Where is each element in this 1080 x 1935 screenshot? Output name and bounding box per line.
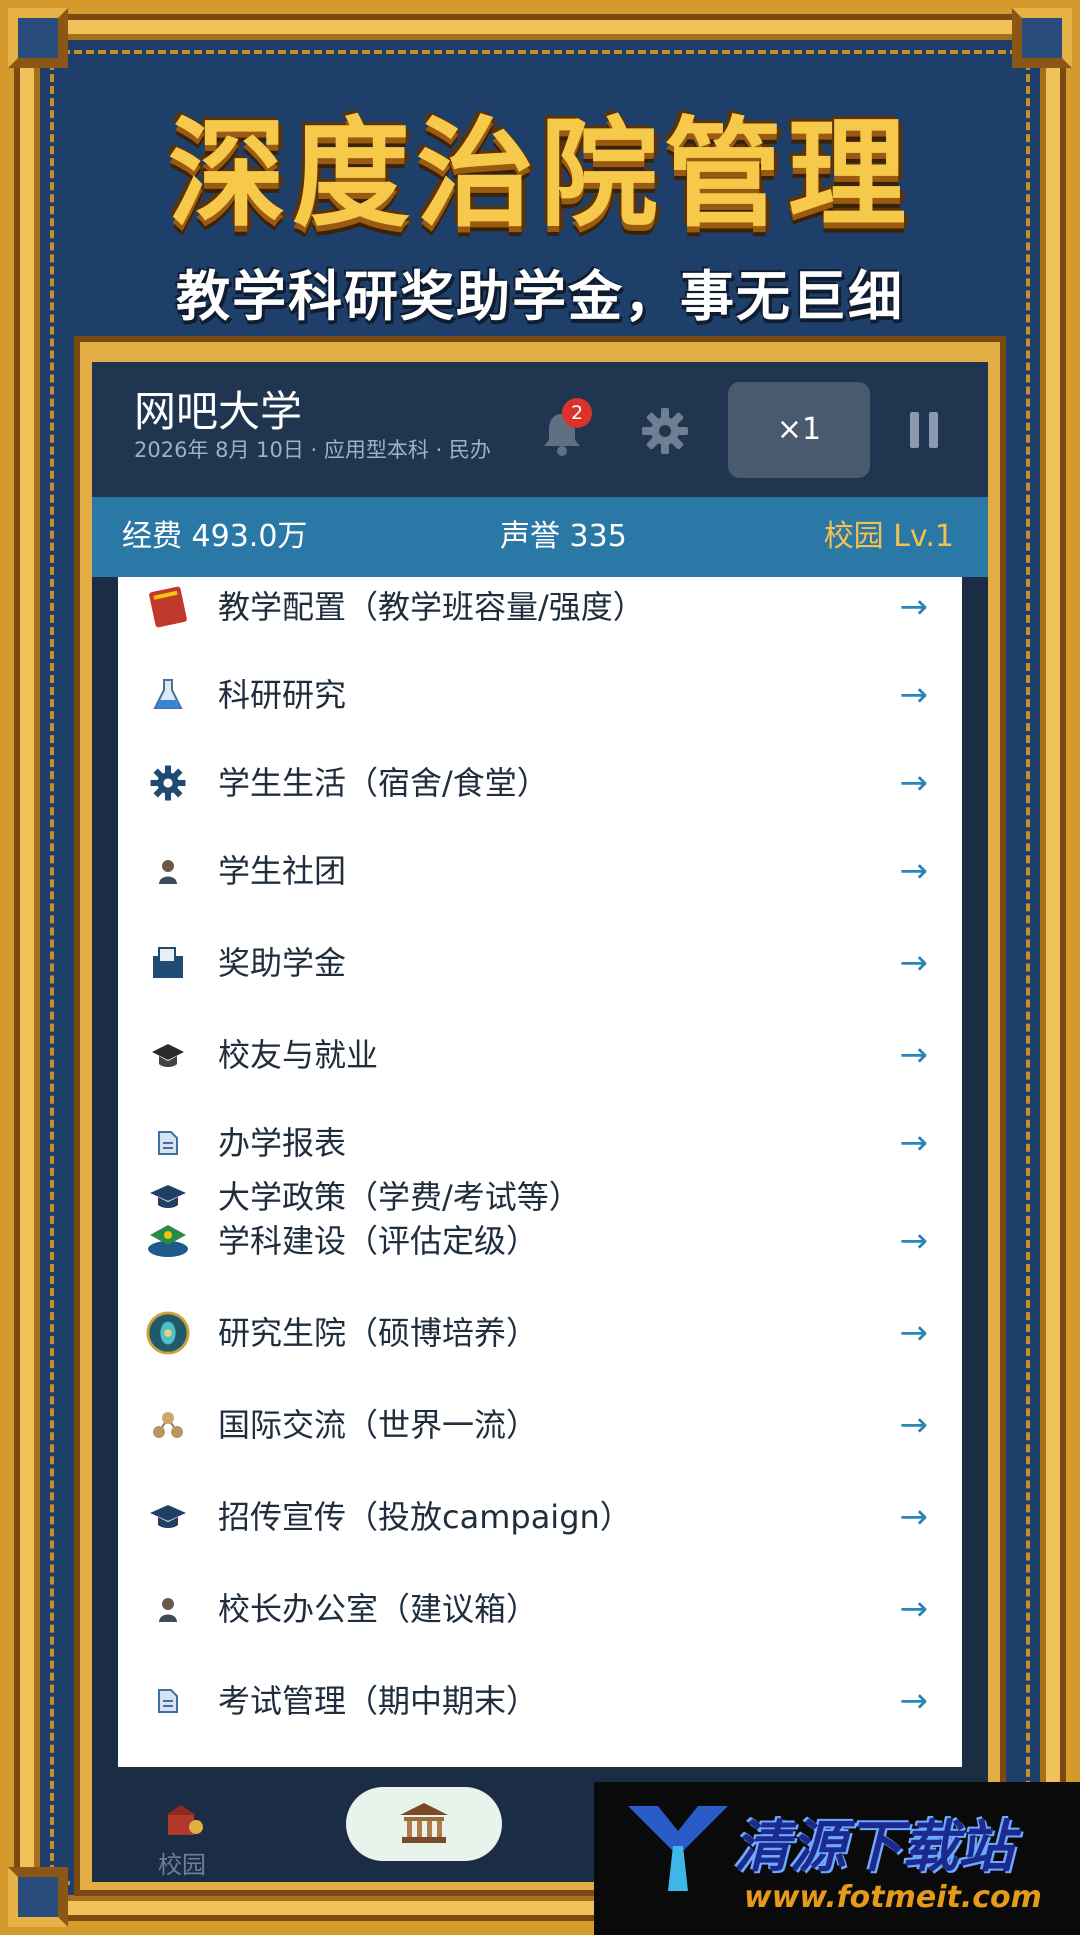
menu-item-label: 办学报表 [218, 1124, 347, 1162]
menu-item-label: 奖助学金 [218, 944, 347, 982]
pause-button[interactable] [910, 412, 940, 448]
pause-icon [910, 412, 919, 448]
book-icon [146, 585, 190, 629]
campus-building-icon [166, 1805, 203, 1835]
menu-item-teaching[interactable]: 教学配置（教学班容量/强度） → [118, 577, 962, 637]
arrow-right-icon: → [899, 851, 929, 891]
arrow-right-icon: → [899, 763, 929, 803]
arrow-right-icon: → [899, 1123, 929, 1163]
menu-item-label: 考试管理（期中期末） [218, 1682, 539, 1720]
person-icon [146, 1587, 190, 1631]
arrow-right-icon: → [899, 943, 929, 983]
arrow-right-icon: → [899, 1221, 929, 1261]
graduation-cap-icon [146, 1033, 190, 1077]
university-name: 网吧大学 [134, 387, 303, 436]
arrow-right-icon: → [899, 1681, 929, 1721]
menu-item-alumni[interactable]: 校友与就业 → [118, 1025, 962, 1085]
globe-gem-icon [146, 1311, 190, 1355]
arrow-right-icon: → [899, 1497, 929, 1537]
funds-stat: 经费 493.0万 [122, 519, 308, 554]
management-menu: 教学配置（教学班容量/强度） → 科研研究 → 学生生活（宿舍/食堂） → 学生… [118, 577, 962, 1767]
cap-badge-icon [146, 1219, 190, 1263]
arrow-right-icon: → [899, 587, 929, 627]
menu-item-scholarships[interactable]: 奖助学金 → [118, 933, 962, 993]
watermark: 清源下载站 www.fotmeit.com [594, 1782, 1080, 1935]
arrow-right-icon: → [899, 1313, 929, 1353]
menu-item-student-life[interactable]: 学生生活（宿舍/食堂） → [118, 753, 962, 813]
menu-item-discipline[interactable]: 学科建设（评估定级） → [118, 1211, 962, 1271]
person-icon [146, 849, 190, 893]
menu-item-international[interactable]: 国际交流（世界一流） → [118, 1395, 962, 1455]
network-icon [146, 1403, 190, 1447]
menu-item-promotion[interactable]: 招传宣传（投放campaign） → [118, 1487, 962, 1547]
nav-tab-management[interactable] [346, 1787, 502, 1861]
watermark-url: www.fotmeit.com [744, 1880, 1042, 1915]
arrow-right-icon: → [899, 1405, 929, 1445]
arrow-right-icon: → [899, 1589, 929, 1629]
menu-item-graduate-school[interactable]: 研究生院（硕博培养） → [118, 1303, 962, 1363]
menu-item-research[interactable]: 科研研究 → [118, 665, 962, 725]
menu-item-label: 学生生活（宿舍/食堂） [218, 764, 549, 802]
flask-icon [146, 673, 190, 717]
menu-item-label: 教学配置（教学班容量/强度） [218, 588, 645, 626]
report-icon [146, 1121, 190, 1165]
frame-corner [1012, 8, 1072, 68]
notification-badge: 2 [562, 398, 592, 428]
document-icon [146, 941, 190, 985]
menu-item-clubs[interactable]: 学生社团 → [118, 841, 962, 901]
menu-item-label: 科研研究 [218, 676, 347, 714]
settings-button[interactable] [640, 406, 690, 456]
top-bar: 网吧大学 2026年 8月 10日 · 应用型本科 · 民办 2 ×1 [92, 362, 988, 497]
nav-campus-label: 校园 [158, 1851, 206, 1879]
nav-tab-campus[interactable] [164, 1803, 204, 1837]
institution-icon [400, 1803, 448, 1843]
game-panel: 网吧大学 2026年 8月 10日 · 应用型本科 · 民办 2 ×1 经费 4… [92, 362, 988, 1882]
menu-item-reports[interactable]: 办学报表 → [118, 1113, 962, 1173]
gear-icon [146, 761, 190, 805]
menu-item-label: 国际交流（世界一流） [218, 1406, 539, 1444]
menu-item-label: 校长办公室（建议箱） [218, 1590, 539, 1628]
arrow-right-icon: → [899, 1035, 929, 1075]
frame-corner [8, 8, 68, 68]
watermark-title: 清源下载站 [734, 1815, 1014, 1880]
campus-level-stat[interactable]: 校园 Lv.1 [824, 497, 954, 577]
mortarboard-icon [146, 1495, 190, 1539]
menu-item-label: 学生社团 [218, 852, 347, 890]
pause-icon [929, 412, 938, 448]
banner-title: 深度治院管理 [167, 105, 912, 243]
menu-item-label: 招传宣传（投放campaign） [218, 1498, 632, 1536]
menu-item-label: 研究生院（硕博培养） [218, 1314, 539, 1352]
menu-item-exams[interactable]: 考试管理（期中期末） → [118, 1671, 962, 1731]
menu-item-label: 校友与就业 [218, 1036, 379, 1074]
arrow-right-icon: → [899, 675, 929, 715]
report-icon [146, 1679, 190, 1723]
university-meta: 2026年 8月 10日 · 应用型本科 · 民办 [134, 438, 491, 462]
notification-button[interactable]: 2 [540, 398, 592, 456]
resource-bar: 经费 493.0万 声誉 335 校园 Lv.1 [92, 497, 988, 577]
menu-item-president-office[interactable]: 校长办公室（建议箱） → [118, 1579, 962, 1639]
frame-corner [8, 1867, 68, 1927]
banner-subtitle: 教学科研奖助学金，事无巨细 [176, 265, 904, 328]
watermark-logo-icon [628, 1806, 728, 1891]
game-speed-button[interactable]: ×1 [728, 382, 870, 478]
gear-icon [642, 408, 688, 454]
reputation-stat: 声誉 335 [500, 519, 627, 554]
menu-item-label: 学科建设（评估定级） [218, 1222, 539, 1260]
